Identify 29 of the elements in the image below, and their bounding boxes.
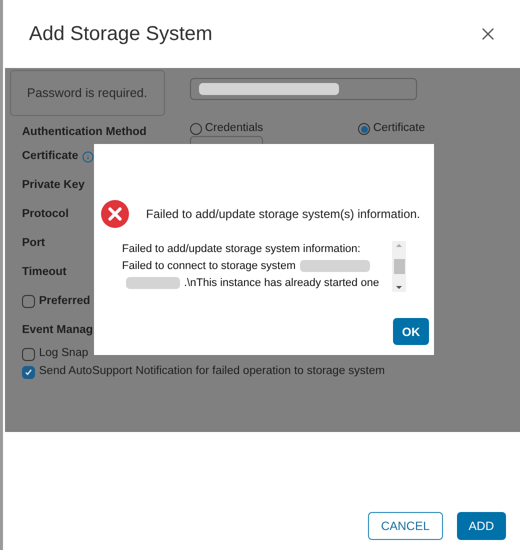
field-label: Private Key [22, 178, 85, 193]
field-label: Timeout [22, 264, 67, 280]
cancel-button[interactable]: CANCEL [368, 512, 443, 540]
ok-button[interactable]: OK [393, 318, 429, 345]
section-heading: Event Manag [22, 322, 93, 338]
validation-tooltip: Password is required. [10, 70, 165, 116]
radio-option[interactable]: Credentials [190, 120, 264, 138]
host-field[interactable] [190, 78, 417, 100]
field-label: Certificate [22, 148, 78, 164]
error-heading: Failed to add/update storage system(s) information. [146, 206, 420, 223]
dialog-title: Add Storage System [29, 22, 212, 47]
checkmark-icon [24, 368, 33, 376]
field-label: Authentication Method [21, 125, 148, 140]
checkbox-label: Log Snap [39, 346, 88, 362]
checkbox-label: Preferred [39, 294, 90, 309]
scrollbar[interactable] [392, 241, 406, 292]
checkbox[interactable] [22, 295, 35, 308]
checkbox-label: Send AutoSupport Notification for failed operation to storage system [39, 364, 385, 380]
field-label: Port [22, 236, 45, 251]
redacted-text [126, 277, 180, 290]
error-icon [100, 199, 130, 229]
error-message: Failed to add/update storage system information: Failed to connect to storage system .\nThis instance has already started one [122, 242, 380, 292]
info-icon[interactable] [82, 150, 94, 162]
checkbox[interactable] [22, 366, 35, 378]
field-label: Protocol [22, 206, 69, 222]
add-button[interactable]: ADD [456, 512, 506, 540]
checkbox[interactable] [22, 348, 35, 360]
redacted-text [300, 260, 370, 272]
radio-option[interactable]: Certificate [358, 120, 425, 138]
